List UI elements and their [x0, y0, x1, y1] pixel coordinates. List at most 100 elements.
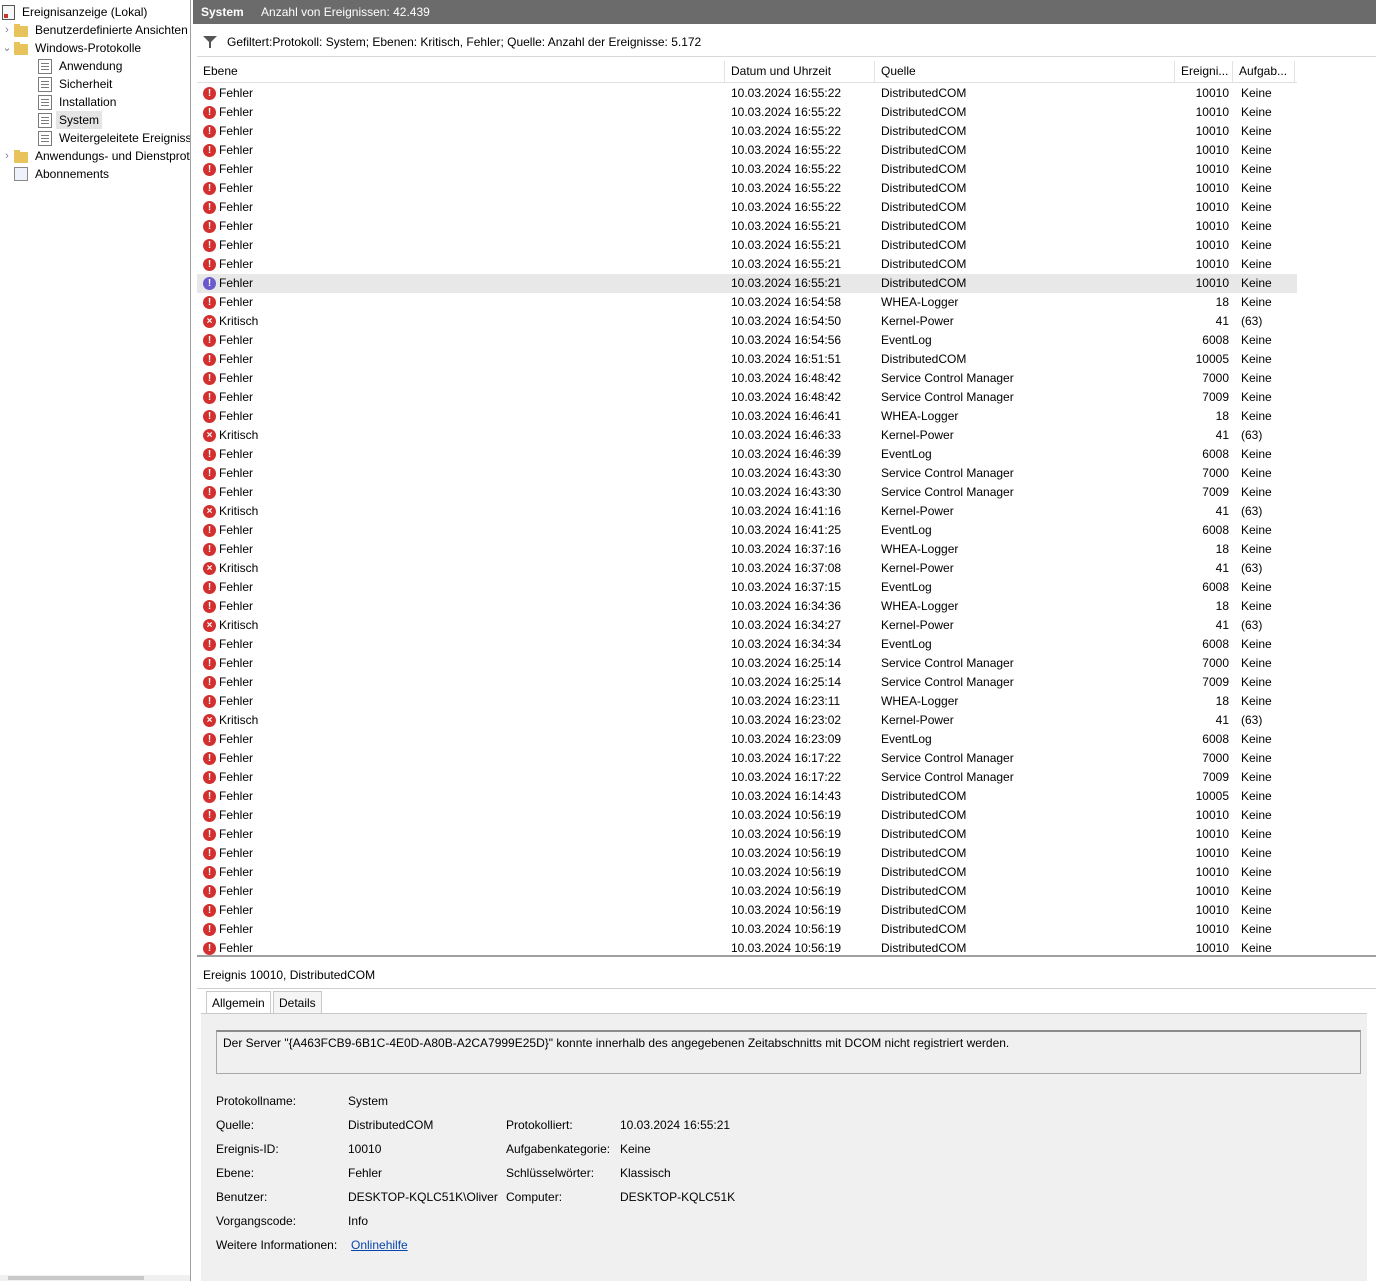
table-row[interactable]: ! Fehler 10.03.2024 16:55:21 DistributedCOM…: [197, 255, 1297, 274]
table-row[interactable]: ! Fehler 10.03.2024 16:55:22 DistributedCOM…: [197, 84, 1297, 103]
table-row[interactable]: ! Fehler 10.03.2024 16:37:15 EventLog 6008 Ke…: [197, 578, 1297, 597]
table-row[interactable]: ! Fehler 10.03.2024 16:48:42 Service Contro…: [197, 388, 1297, 407]
online-help-link[interactable]: Onlinehilfe: [351, 1236, 408, 1254]
table-row[interactable]: ! Fehler 10.03.2024 10:56:19 DistributedCOM…: [197, 844, 1297, 863]
table-row[interactable]: ! Fehler 10.03.2024 16:55:22 DistributedCOM…: [197, 103, 1297, 122]
cell-event-id: 10010: [1195, 276, 1229, 290]
tree-item-system[interactable]: System: [38, 111, 103, 129]
table-row[interactable]: ! Fehler 10.03.2024 16:48:42 Service Contro…: [197, 369, 1297, 388]
cell-event-id: 10010: [1195, 200, 1229, 214]
cell-source: Service Control Manager: [881, 371, 1014, 385]
column-header-date[interactable]: Datum und Uhrzeit: [725, 61, 875, 82]
cell-event-id: 10010: [1195, 181, 1229, 195]
table-row[interactable]: ! Fehler 10.03.2024 16:55:22 DistributedCOM…: [197, 198, 1297, 217]
table-row[interactable]: ! Fehler 10.03.2024 16:25:14 Service Contro…: [197, 673, 1297, 692]
table-row[interactable]: ! Fehler 10.03.2024 16:54:58 WHEA-Logger 18 K…: [197, 293, 1297, 312]
table-row[interactable]: ! Fehler 10.03.2024 16:34:34 EventLog 6008 Ke…: [197, 635, 1297, 654]
level-text: Fehler: [219, 599, 254, 613]
event-count: Anzahl von Ereignissen: 42.439: [261, 5, 430, 19]
table-row[interactable]: ! Fehler 10.03.2024 10:56:19 DistributedCOM…: [197, 882, 1297, 901]
table-row[interactable]: ! Fehler 10.03.2024 16:14:43 DistributedCOM…: [197, 787, 1297, 806]
table-row[interactable]: ! Fehler 10.03.2024 16:55:22 DistributedCOM…: [197, 141, 1297, 160]
table-row[interactable]: ! Fehler 10.03.2024 16:55:22 DistributedCOM…: [197, 179, 1297, 198]
tree-item-label: Installation: [59, 95, 117, 109]
table-row[interactable]: ! Fehler 10.03.2024 16:54:56 EventLog 6008 Ke…: [197, 331, 1297, 350]
table-row[interactable]: ! Fehler 10.03.2024 16:55:21 DistributedCOM…: [197, 274, 1297, 293]
table-row[interactable]: × Kritisch 10.03.2024 16:46:33 Kernel-Power…: [197, 426, 1297, 445]
tree-item-forwarded[interactable]: Weitergeleitete Ereignisse: [38, 129, 190, 147]
level-text: Fehler: [219, 124, 254, 138]
table-row[interactable]: ! Fehler 10.03.2024 16:51:51 DistributedCOM…: [197, 350, 1297, 369]
column-header-event-id[interactable]: Ereigni...: [1175, 61, 1233, 82]
tree-root[interactable]: Ereignisanzeige (Lokal): [2, 3, 150, 21]
table-row[interactable]: ! Fehler 10.03.2024 16:46:39 EventLog 6008 Ke…: [197, 445, 1297, 464]
table-row[interactable]: ! Fehler 10.03.2024 16:55:22 DistributedCOM…: [197, 122, 1297, 141]
table-row[interactable]: ! Fehler 10.03.2024 16:55:21 DistributedCOM…: [197, 236, 1297, 255]
error-icon: !: [203, 828, 216, 841]
cell-task-category: Keine: [1241, 523, 1272, 537]
cell-event-id: 10010: [1195, 238, 1229, 252]
table-row[interactable]: ! Fehler 10.03.2024 10:56:19 DistributedCOM…: [197, 939, 1297, 955]
cell-level: ! Fehler: [203, 863, 713, 882]
column-header-task-category[interactable]: Aufgab...: [1233, 61, 1295, 82]
cell-event-id: 10010: [1195, 105, 1229, 119]
cell-date: 10.03.2024 16:55:21: [731, 219, 842, 233]
table-row[interactable]: ! Fehler 10.03.2024 16:17:22 Service Contro…: [197, 749, 1297, 768]
tab-details[interactable]: Details: [273, 991, 322, 1014]
horizontal-scrollbar[interactable]: [0, 1275, 190, 1281]
tree-item-windows-logs[interactable]: ⌄ Windows-Protokolle: [0, 39, 144, 57]
cell-level: ! Fehler: [203, 407, 713, 426]
column-header-source[interactable]: Quelle: [875, 61, 1175, 82]
cell-task-category: Keine: [1241, 751, 1272, 765]
table-row[interactable]: ! Fehler 10.03.2024 10:56:19 DistributedCOM…: [197, 901, 1297, 920]
cell-task-category: Keine: [1241, 371, 1272, 385]
tree-item-label: Sicherheit: [59, 77, 113, 91]
table-row[interactable]: ! Fehler 10.03.2024 16:55:21 DistributedCOM…: [197, 217, 1297, 236]
level-text: Fehler: [219, 485, 254, 499]
tree-item-custom-views[interactable]: › Benutzerdefinierte Ansichten: [0, 21, 190, 39]
error-icon: !: [203, 657, 216, 670]
table-row[interactable]: × Kritisch 10.03.2024 16:23:02 Kernel-Power…: [197, 711, 1297, 730]
table-row[interactable]: ! Fehler 10.03.2024 16:23:11 WHEA-Logger 18 K…: [197, 692, 1297, 711]
tree-item-security[interactable]: Sicherheit: [38, 75, 115, 93]
table-row[interactable]: × Kritisch 10.03.2024 16:54:50 Kernel-Power…: [197, 312, 1297, 331]
table-row[interactable]: ! Fehler 10.03.2024 16:43:30 Service Contro…: [197, 464, 1297, 483]
table-row[interactable]: ! Fehler 10.03.2024 10:56:19 DistributedCOM…: [197, 863, 1297, 882]
cell-task-category: Keine: [1241, 276, 1272, 290]
table-row[interactable]: ! Fehler 10.03.2024 16:41:25 EventLog 6008 Ke…: [197, 521, 1297, 540]
table-row[interactable]: × Kritisch 10.03.2024 16:37:08 Kernel-Power…: [197, 559, 1297, 578]
chevron-right-icon[interactable]: ›: [0, 21, 14, 39]
level-text: Fehler: [219, 295, 254, 309]
level-text: Fehler: [219, 86, 254, 100]
table-row[interactable]: ! Fehler 10.03.2024 10:56:19 DistributedCOM…: [197, 825, 1297, 844]
cell-task-category: (63): [1241, 713, 1263, 727]
cell-source: DistributedCOM: [881, 903, 967, 917]
table-row[interactable]: ! Fehler 10.03.2024 16:55:22 DistributedCOM…: [197, 160, 1297, 179]
table-row[interactable]: ! Fehler 10.03.2024 16:37:16 WHEA-Logger 18 K…: [197, 540, 1297, 559]
event-message[interactable]: Der Server "{A463FCB9-6B1C-4E0D-A80B-A2C…: [216, 1030, 1361, 1074]
tree-item-app-services[interactable]: › Anwendungs- und Dienstprotokolle: [0, 147, 190, 165]
log-icon: [38, 130, 52, 146]
tree-item-application[interactable]: Anwendung: [38, 57, 125, 75]
table-row[interactable]: ! Fehler 10.03.2024 16:17:22 Service Contro…: [197, 768, 1297, 787]
cell-level: ! Fehler: [203, 160, 713, 179]
table-row[interactable]: ! Fehler 10.03.2024 10:56:19 DistributedCOM…: [197, 920, 1297, 939]
table-row[interactable]: ! Fehler 10.03.2024 16:23:09 EventLog 6008 Ke…: [197, 730, 1297, 749]
tree-item-setup[interactable]: Installation: [38, 93, 119, 111]
table-row[interactable]: × Kritisch 10.03.2024 16:41:16 Kernel-Power…: [197, 502, 1297, 521]
cell-event-id: 6008: [1202, 732, 1229, 746]
tree-item-subscriptions[interactable]: Abonnements: [14, 165, 112, 183]
scrollbar-thumb[interactable]: [8, 1276, 144, 1280]
table-row[interactable]: ! Fehler 10.03.2024 10:56:19 DistributedCOM…: [197, 806, 1297, 825]
chevron-down-icon[interactable]: ⌄: [0, 39, 14, 57]
table-row[interactable]: ! Fehler 10.03.2024 16:43:30 Service Contro…: [197, 483, 1297, 502]
table-row[interactable]: × Kritisch 10.03.2024 16:34:27 Kernel-Power…: [197, 616, 1297, 635]
critical-icon: ×: [203, 315, 216, 328]
table-row[interactable]: ! Fehler 10.03.2024 16:46:41 WHEA-Logger 18 K…: [197, 407, 1297, 426]
chevron-right-icon[interactable]: ›: [0, 147, 14, 165]
table-row[interactable]: ! Fehler 10.03.2024 16:25:14 Service Contro…: [197, 654, 1297, 673]
column-header-level[interactable]: Ebene: [197, 61, 725, 82]
table-row[interactable]: ! Fehler 10.03.2024 16:34:36 WHEA-Logger 18 K…: [197, 597, 1297, 616]
tab-general[interactable]: Allgemein: [206, 991, 271, 1015]
tree-item-label: Windows-Protokolle: [35, 41, 142, 55]
